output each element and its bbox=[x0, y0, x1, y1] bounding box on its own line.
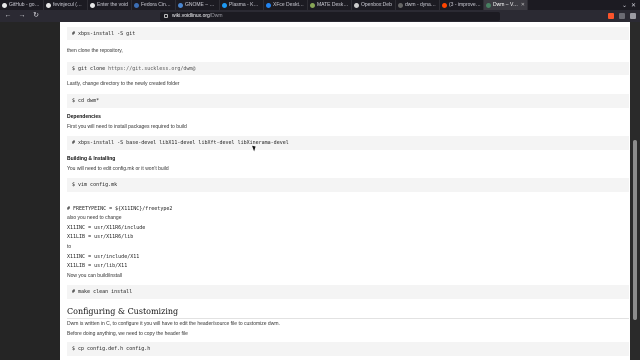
browser-tab[interactable]: MATE Desktop bbox=[308, 0, 352, 10]
paragraph-copy-header: Before doing anything, we need to copy t… bbox=[67, 331, 188, 337]
url-text: wiki.voidlinux.org/Dwm bbox=[172, 13, 223, 19]
paragraph-also-change: also you need to change bbox=[67, 215, 122, 221]
paragraph-dwm-written-in-c: Dwm is written in C, to configure it you… bbox=[67, 321, 280, 327]
tab-bar: GitHub - gokcel fevinjecul (Kev Enter the … bbox=[0, 0, 640, 10]
tab-favicon-icon bbox=[354, 2, 359, 8]
tab-label: MATE Desktop bbox=[317, 2, 349, 8]
extension-icon[interactable] bbox=[619, 13, 625, 19]
code-block-cd: $ cd dwm* bbox=[67, 94, 629, 108]
paragraph-to: to bbox=[67, 244, 72, 250]
back-button[interactable]: ← bbox=[4, 10, 12, 22]
browser-tab[interactable]: Openbox:Deb bbox=[352, 0, 396, 10]
tab-favicon-icon bbox=[134, 2, 139, 8]
tab-label: GitHub - gokcel bbox=[9, 2, 41, 8]
browser-tab[interactable]: GNOME – Simp bbox=[176, 0, 220, 10]
menu-icon[interactable] bbox=[630, 13, 636, 19]
code-block-copy-config: $ cp config.def.h config.h bbox=[67, 342, 629, 356]
paragraph-edit-config: You will need to edit config.mk or it wo… bbox=[67, 166, 169, 172]
config-line-x11lib-old: X11LIB = usr/X11R6/lib bbox=[67, 234, 134, 240]
window-close-icon[interactable]: ✕ bbox=[631, 2, 636, 9]
tab-favicon-icon bbox=[442, 2, 447, 8]
heading-dependencies: Dependencies bbox=[67, 114, 101, 120]
reload-button[interactable]: ↻ bbox=[32, 10, 40, 22]
url-domain: wiki.voidlinux.org bbox=[172, 13, 210, 19]
heading-building: Building & Installing bbox=[67, 156, 116, 162]
config-line-freetype: # FREETYPEINC = ${X11INC}/freetype2 bbox=[67, 206, 173, 212]
tab-favicon-icon bbox=[90, 2, 95, 8]
browser-tab[interactable]: Plasma - KDE C bbox=[220, 0, 264, 10]
repository-link[interactable]: https://git.suckless.org/dwm@ bbox=[108, 66, 195, 72]
tab-tools: ⌄ ✕ bbox=[622, 0, 640, 10]
browser-tab[interactable]: GitHub - gokcel bbox=[0, 0, 44, 10]
config-line-x11lib-new: X11LIB = usr/lib/X11 bbox=[67, 263, 128, 269]
code-block-install-git: # xbps-install -S git bbox=[67, 27, 629, 40]
browser-tab[interactable]: Enter the void bbox=[88, 0, 132, 10]
close-tab-icon[interactable]: ✕ bbox=[521, 2, 525, 8]
brave-shield-icon[interactable] bbox=[608, 13, 614, 19]
config-line-x11inc-old: X11INC = usr/X11R6/include bbox=[67, 225, 146, 231]
tab-label: Openbox:Deb bbox=[361, 2, 392, 8]
tab-label: Enter the void bbox=[97, 2, 128, 8]
address-bar[interactable]: wiki.voidlinux.org/Dwm bbox=[160, 11, 500, 21]
browser-tab[interactable]: dwm - dynamic bbox=[396, 0, 440, 10]
config-line-x11inc-new: X11INC = usr/include/X11 bbox=[67, 254, 140, 260]
browser-tab[interactable]: XFce Desktop E bbox=[264, 0, 308, 10]
paragraph-clone: then clone the repository, bbox=[67, 48, 123, 54]
tab-favicon-icon bbox=[178, 2, 183, 8]
url-path: /Dwm bbox=[209, 13, 223, 19]
tab-favicon-icon bbox=[486, 2, 491, 8]
tab-label: dwm - dynamic bbox=[405, 2, 437, 8]
heading-divider bbox=[67, 318, 629, 319]
page-viewport: # xbps-install -S git then clone the rep… bbox=[0, 22, 640, 360]
paragraph-dependencies: First you will need to install packages … bbox=[67, 124, 187, 130]
scrollbar-thumb[interactable] bbox=[633, 140, 637, 320]
toolbar-extensions bbox=[608, 10, 636, 22]
paragraph-build-install: Now you can build/install bbox=[67, 273, 123, 279]
tab-favicon-icon bbox=[266, 2, 271, 8]
browser-tab[interactable]: Dwm – Void ✕ bbox=[484, 0, 528, 10]
tab-label: fevinjecul (Kev bbox=[53, 2, 85, 8]
tab-label: (3 - improved t bbox=[449, 2, 481, 8]
tab-favicon-icon bbox=[46, 2, 51, 8]
tab-label: Plasma - KDE C bbox=[229, 2, 261, 8]
tab-favicon-icon bbox=[398, 2, 403, 8]
wiki-article: # xbps-install -S git then clone the rep… bbox=[60, 22, 630, 360]
tab-favicon-icon bbox=[2, 2, 7, 8]
lock-icon bbox=[164, 14, 168, 18]
browser-tab[interactable]: fevinjecul (Kev bbox=[44, 0, 88, 10]
tab-label: Fedora Cinnam bbox=[141, 2, 173, 8]
forward-button[interactable]: → bbox=[18, 10, 26, 22]
browser-tab[interactable]: Fedora Cinnam bbox=[132, 0, 176, 10]
tab-label: Dwm – Void bbox=[493, 2, 519, 8]
browser-tab[interactable]: (3 - improved t bbox=[440, 0, 484, 10]
list-all-tabs-icon[interactable]: ⌄ bbox=[622, 2, 627, 9]
code-block-install-deps: # xbps-install -S base-devel libX11-deve… bbox=[67, 136, 629, 150]
code-block-make-install: # make clean install bbox=[67, 285, 629, 299]
navigation-toolbar: ← → ↻ wiki.voidlinux.org/Dwm bbox=[0, 10, 640, 22]
tab-favicon-icon bbox=[310, 2, 315, 8]
code-block-vim-config: $ vim config.mk bbox=[67, 178, 629, 192]
tab-label: XFce Desktop E bbox=[273, 2, 305, 8]
tab-favicon-icon bbox=[222, 2, 227, 8]
code-block-git-clone: $ git clone https://git.suckless.org/dwm… bbox=[67, 62, 629, 75]
heading-configuring: Configuring & Customizing bbox=[67, 307, 179, 316]
tab-label: GNOME – Simp bbox=[185, 2, 217, 8]
code-git-clone-cmd: $ git clone bbox=[72, 65, 109, 72]
paragraph-change-dir: Lastly, change directory to the newly cr… bbox=[67, 81, 180, 87]
page-scrollbar[interactable] bbox=[630, 22, 640, 360]
